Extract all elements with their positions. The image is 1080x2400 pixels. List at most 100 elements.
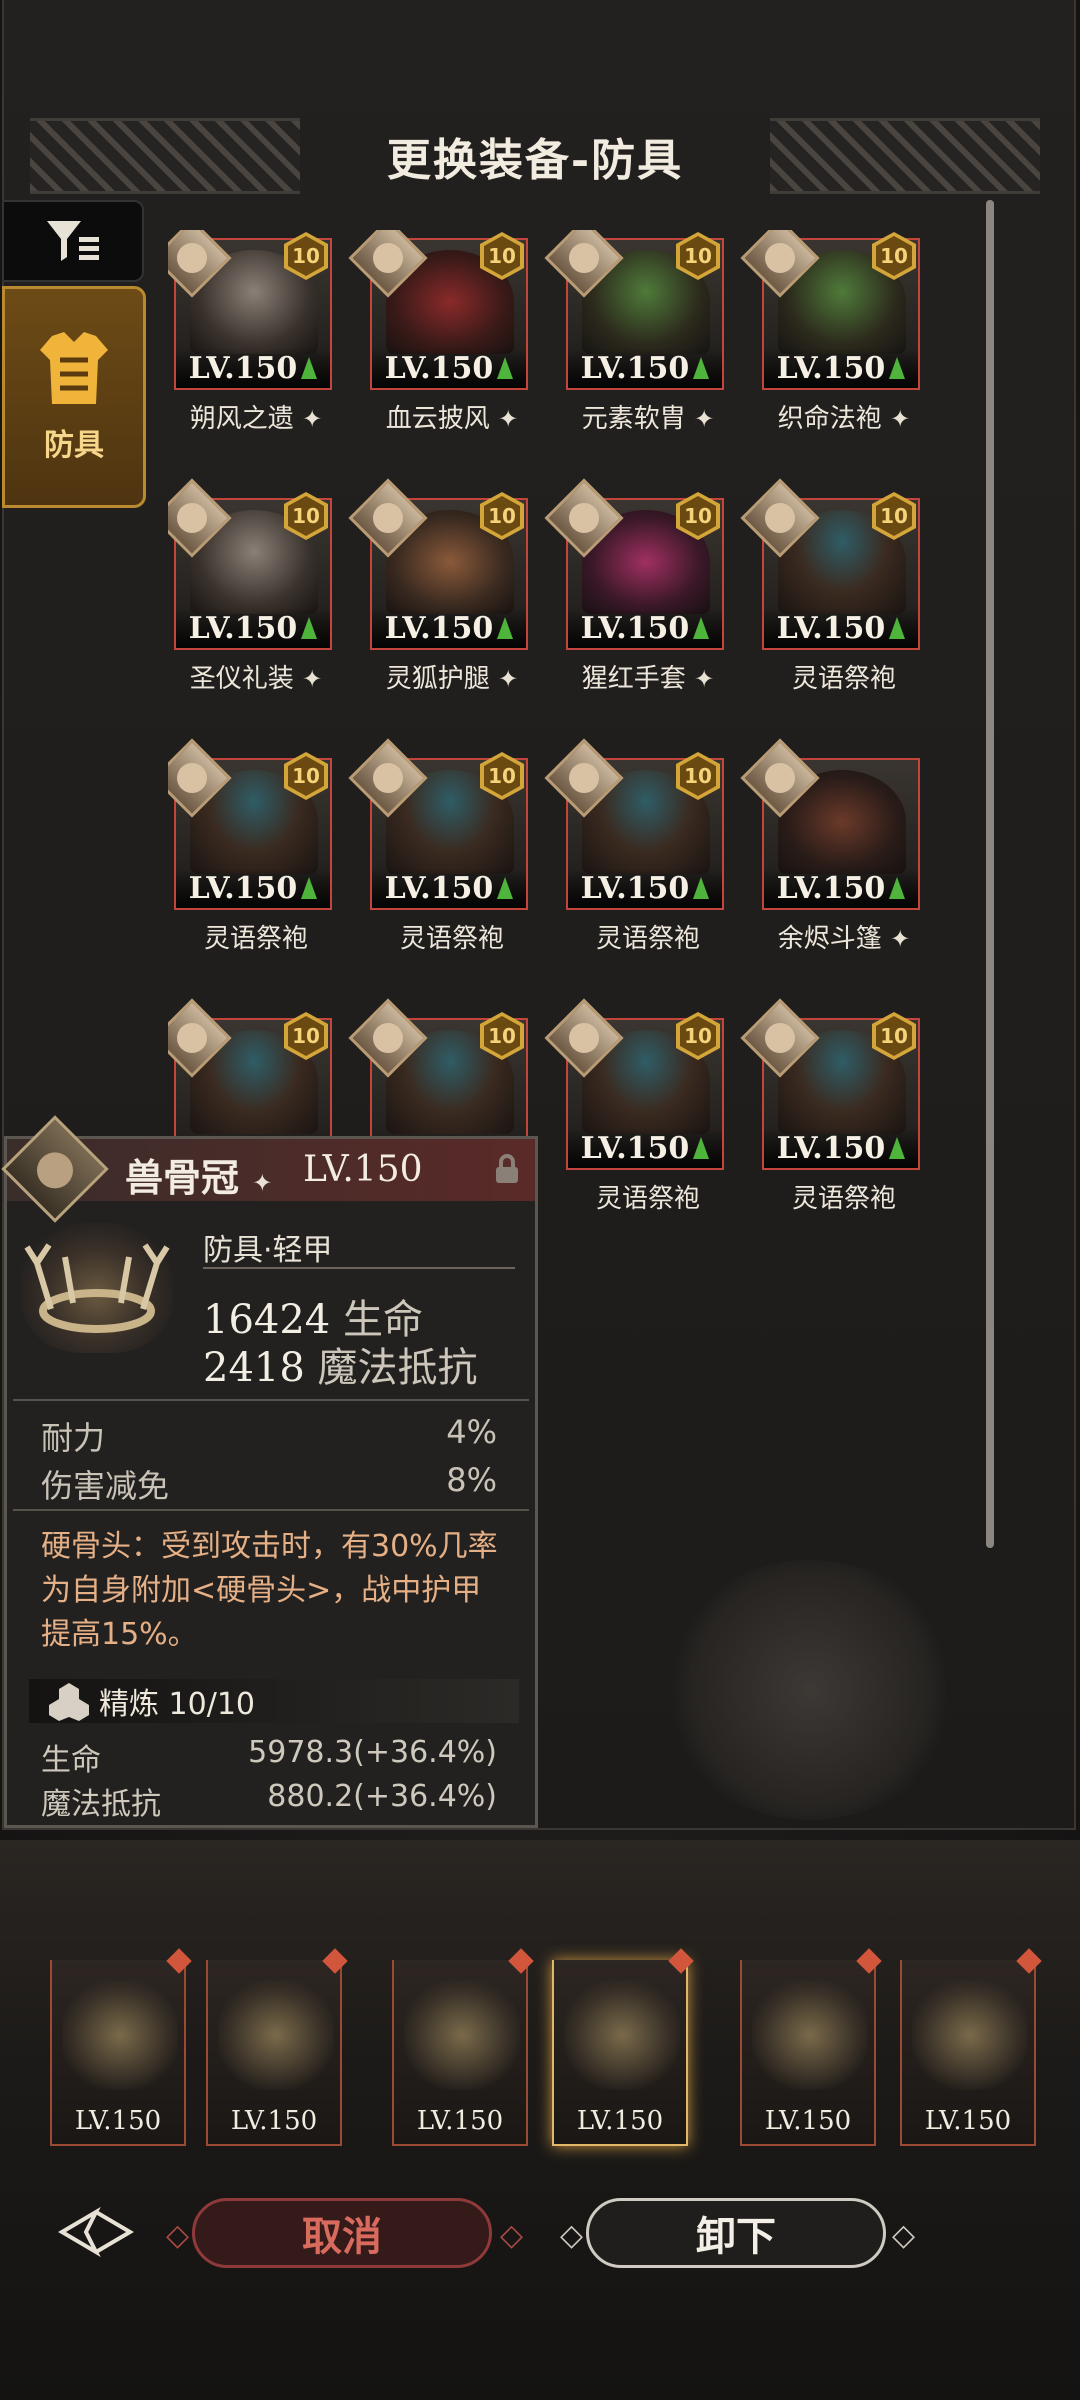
star-icon: ✦	[302, 405, 323, 433]
equipment-item[interactable]: LV.150 10 猩红手套 ✦	[544, 478, 724, 694]
item-name: 圣仪礼装 ✦	[189, 664, 323, 694]
armor-icon	[40, 332, 108, 404]
ring-icon	[752, 1980, 868, 2090]
upgrade-arrow-icon	[693, 357, 710, 379]
item-name: 灵语祭袍	[595, 924, 700, 954]
item-name: 灵狐护腿 ✦	[385, 664, 519, 694]
equipment-item[interactable]: LV.15010灵语祭袍	[544, 738, 724, 954]
staff-icon	[218, 1980, 334, 2090]
equipment-item[interactable]: LV.15010灵语祭袍	[740, 478, 920, 694]
upgrade-arrow-icon	[693, 617, 710, 639]
equipment-item[interactable]: LV.150 10 织命法袍 ✦	[740, 230, 920, 434]
equipment-item[interactable]: LV.150 余烬斗篷 ✦	[740, 738, 920, 954]
star-icon: ✦	[890, 405, 911, 433]
stat-magic-resist: 2418 魔法抵抗	[203, 1345, 478, 1391]
equipment-item[interactable]: LV.15010灵语祭袍	[740, 998, 920, 1214]
item-level-bar: LV.150	[176, 348, 330, 388]
page-title: 更换装备-防具	[386, 135, 684, 186]
equipment-item[interactable]: LV.15010灵语祭袍	[544, 998, 724, 1214]
star-icon: ✦	[252, 1169, 273, 1197]
divider	[13, 1509, 529, 1511]
item-level: LV.150	[776, 610, 886, 646]
equipped-slot[interactable]: LV.150	[552, 1948, 694, 2146]
equipment-item[interactable]: LV.150 10 圣仪礼装 ✦	[168, 478, 332, 694]
item-level-bar: LV.150	[372, 348, 526, 388]
upgrade-arrow-icon	[889, 1137, 906, 1159]
equipped-slot[interactable]: LV.150	[50, 1948, 192, 2146]
item-level-bar: LV.150	[372, 608, 526, 648]
item-level-bar: LV.150	[176, 608, 330, 648]
item-name: 朔风之遗 ✦	[189, 404, 323, 434]
item-level-bar: LV.150	[764, 1128, 918, 1168]
antler-crown-icon	[21, 1223, 173, 1353]
star-icon: ✦	[302, 665, 323, 693]
filter-icon	[47, 221, 99, 261]
item-name: 灵语祭袍	[399, 924, 504, 954]
boots-icon	[404, 1980, 520, 2090]
item-name: 血云披风 ✦	[385, 404, 519, 434]
item-level-bar: LV.150	[372, 868, 526, 908]
item-level: LV.150	[384, 610, 494, 646]
item-level: LV.150	[776, 350, 886, 386]
upgrade-arrow-icon	[889, 357, 906, 379]
bracer-icon	[912, 1980, 1028, 2090]
tooltip-item-level: LV.150	[303, 1149, 423, 1190]
attr-row: 伤害减免 8%	[41, 1461, 497, 1505]
star-icon: ✦	[498, 665, 519, 693]
item-list-scrollbar[interactable]	[986, 200, 994, 1548]
equipped-slot[interactable]: LV.150	[206, 1948, 348, 2146]
ornament-diamond: ◇	[892, 2218, 916, 2253]
star-icon: ✦	[694, 405, 715, 433]
equipment-item[interactable]: LV.150 10 血云披风 ✦	[348, 230, 528, 434]
lock-icon[interactable]	[493, 1153, 521, 1185]
cancel-button[interactable]: 取消	[192, 2198, 492, 2268]
upgrade-arrow-icon	[889, 617, 906, 639]
equipment-item[interactable]: LV.150 10 朔风之遗 ✦	[168, 230, 332, 434]
unequip-button[interactable]: 卸下	[586, 2198, 886, 2268]
slot-level: LV.150	[576, 2106, 664, 2136]
item-level: LV.150	[188, 610, 298, 646]
equipment-item[interactable]: LV.15010灵语祭袍	[168, 738, 332, 954]
equipped-slot[interactable]: LV.150	[740, 1948, 882, 2146]
equipment-item[interactable]: LV.150 10 元素软胄 ✦	[544, 230, 724, 434]
filter-button[interactable]	[2, 200, 144, 282]
scrollbar-thumb[interactable]	[986, 200, 994, 1548]
item-name: 织命法袍 ✦	[777, 404, 911, 434]
panel-header: 更换装备-防具	[30, 118, 1040, 194]
item-level-bar: LV.150	[568, 868, 722, 908]
divider	[13, 1399, 529, 1401]
slot-level: LV.150	[230, 2106, 318, 2136]
item-detail-tooltip: 兽骨冠 ✦ LV.150 防具·轻甲 16424 生命 2418 魔法抵抗 耐力…	[1, 1115, 538, 1828]
ornament-diamond: ◇	[166, 2218, 190, 2253]
refine-icon	[49, 1683, 89, 1721]
upgrade-arrow-icon	[497, 877, 514, 899]
slot-level: LV.150	[74, 2106, 162, 2136]
equipment-item[interactable]: LV.15010灵语祭袍	[348, 738, 528, 954]
tooltip-item-name: 兽骨冠 ✦	[125, 1156, 273, 1200]
item-level: LV.150	[776, 1130, 886, 1166]
item-level: LV.150	[384, 870, 494, 906]
upgrade-arrow-icon	[693, 1137, 710, 1159]
upgrade-arrow-icon	[497, 357, 514, 379]
item-level: LV.150	[580, 870, 690, 906]
item-level: LV.150	[188, 350, 298, 386]
equipped-slot[interactable]: LV.150	[392, 1948, 534, 2146]
equipment-item[interactable]: LV.150 10 灵狐护腿 ✦	[348, 478, 528, 694]
item-level-bar: LV.150	[764, 868, 918, 908]
item-name: 元素软胄 ✦	[581, 404, 715, 434]
divider	[203, 1267, 515, 1269]
item-level: LV.150	[384, 350, 494, 386]
item-name: 猩红手套 ✦	[581, 664, 715, 694]
upgrade-arrow-icon	[301, 357, 318, 379]
crossbow-icon	[62, 1980, 178, 2090]
ornament-diamond: ◇	[560, 2218, 584, 2253]
item-level-bar: LV.150	[568, 1128, 722, 1168]
tab-armor[interactable]: 防具	[2, 286, 146, 508]
item-level-bar: LV.150	[764, 608, 918, 648]
item-level-bar: LV.150	[568, 348, 722, 388]
slot-level: LV.150	[764, 2106, 852, 2136]
equipped-slot[interactable]: LV.150	[900, 1948, 1042, 2146]
item-name: 灵语祭袍	[203, 924, 308, 954]
back-arrow-icon[interactable]	[56, 2200, 136, 2264]
star-icon: ✦	[694, 665, 715, 693]
